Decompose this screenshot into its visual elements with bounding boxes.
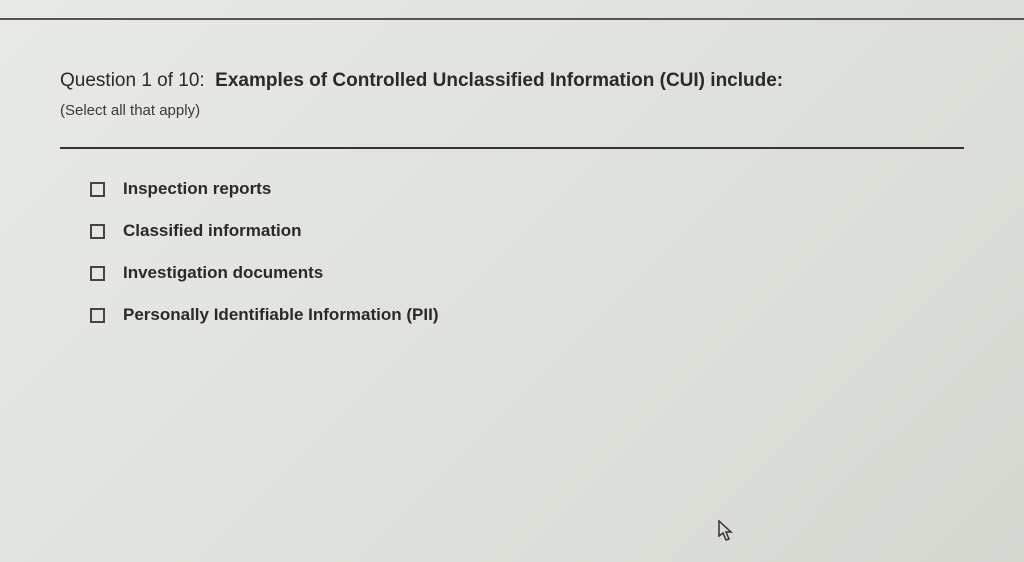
question-number: Question 1 of 10: (60, 70, 205, 91)
option-row: Inspection reports (90, 179, 964, 199)
option-row: Investigation documents (90, 263, 964, 283)
top-divider (0, 18, 1024, 20)
question-container: Question 1 of 10: Examples of Controlled… (0, 0, 1024, 387)
option-row: Classified information (90, 221, 964, 241)
checkbox-option-3[interactable] (90, 308, 105, 323)
cursor-icon (718, 520, 734, 542)
question-instruction: (Select all that apply) (60, 102, 964, 119)
checkbox-option-1[interactable] (90, 224, 105, 239)
question-text: Examples of Controlled Unclassified Info… (215, 70, 783, 91)
option-label: Personally Identifiable Information (PII… (123, 305, 439, 325)
option-label: Classified information (123, 221, 302, 241)
option-label: Investigation documents (123, 263, 323, 283)
checkbox-option-0[interactable] (90, 182, 105, 197)
header-divider (60, 147, 964, 149)
option-label: Inspection reports (123, 179, 271, 199)
question-header: Question 1 of 10: Examples of Controlled… (60, 70, 964, 92)
options-list: Inspection reports Classified informatio… (60, 179, 964, 325)
checkbox-option-2[interactable] (90, 266, 105, 281)
option-row: Personally Identifiable Information (PII… (90, 305, 964, 325)
